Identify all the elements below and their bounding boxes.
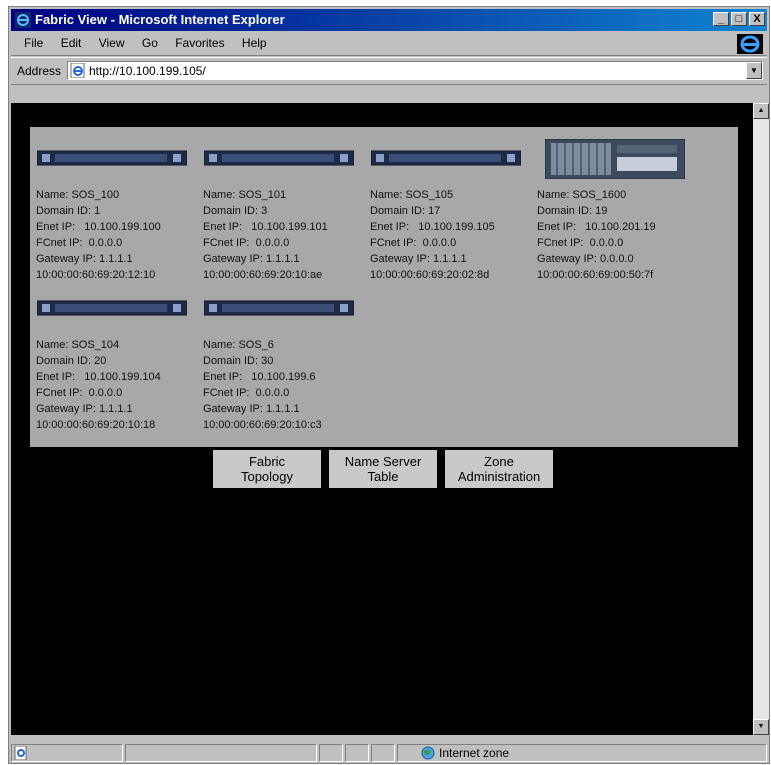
switch-domain-id: Domain ID: 20 <box>36 355 107 367</box>
switch-wwn: 10:00:00:60:69:20:10:c3 <box>203 419 322 431</box>
switch-card[interactable]: Name: SOS_1600 Domain ID: 19 Enet IP: 10… <box>535 137 703 281</box>
browser-window: Fabric View - Microsoft Internet Explore… <box>8 6 770 764</box>
switch-fcnet-ip: FCnet IP: 0.0.0.0 <box>36 387 123 399</box>
button-line-1: Fabric <box>248 454 286 469</box>
switch-name: Name: SOS_100 <box>36 189 120 201</box>
internet-zone-label: Internet zone <box>439 746 510 760</box>
switch-fcnet-ip: FCnet IP: 0.0.0.0 <box>36 237 123 249</box>
button-line-2: Table <box>367 469 399 484</box>
switch-gateway-ip: Gateway IP: 1.1.1.1 <box>203 253 300 265</box>
scroll-down-button[interactable]: ▼ <box>753 719 769 735</box>
switch-info: Name: SOS_105 Domain ID: 17 Enet IP: 10.… <box>370 187 495 283</box>
menu-bar: File Edit View Go Favorites Help <box>11 33 767 56</box>
close-button[interactable]: X <box>749 12 765 26</box>
switch-card[interactable]: Name: SOS_6 Domain ID: 30 Enet IP: 10.10… <box>201 287 369 431</box>
switch-wwn: 10:00:00:60:69:20:10:ae <box>203 269 323 281</box>
switch-info: Name: SOS_100 Domain ID: 1 Enet IP: 10.1… <box>36 187 161 283</box>
switch-name: Name: SOS_6 <box>203 339 274 351</box>
internet-globe-icon <box>421 746 435 760</box>
zone-administration-button[interactable]: Zone Administration <box>445 450 553 488</box>
switch-panel: Name: SOS_100 Domain ID: 1 Enet IP: 10.1… <box>30 127 738 447</box>
menu-go[interactable]: Go <box>135 33 165 53</box>
switch-card[interactable]: Name: SOS_100 Domain ID: 1 Enet IP: 10.1… <box>34 137 202 281</box>
switch-wwn: 10:00:00:60:69:00:50:7f <box>537 269 654 281</box>
menu-view[interactable]: View <box>92 33 132 53</box>
button-line-2: Administration <box>457 469 541 484</box>
button-line-2: Topology <box>240 469 294 484</box>
page-content: Name: SOS_100 Domain ID: 1 Enet IP: 10.1… <box>11 103 753 735</box>
switch-wwn: 10:00:00:60:69:20:12:10 <box>36 269 156 281</box>
address-field[interactable]: http://10.100.199.105/ ▼ <box>67 61 763 80</box>
switch-info: Name: SOS_1600 Domain ID: 19 Enet IP: 10… <box>537 187 656 283</box>
address-url: http://10.100.199.105/ <box>89 64 206 78</box>
switch-enet-ip: Enet IP: 10.100.199.100 <box>36 221 161 233</box>
address-label: Address <box>17 64 62 78</box>
switch-icon <box>37 150 187 166</box>
title-bar[interactable]: Fabric View - Microsoft Internet Explore… <box>11 9 767 31</box>
switch-fcnet-ip: FCnet IP: 0.0.0.0 <box>203 387 290 399</box>
switch-fcnet-ip: FCnet IP: 0.0.0.0 <box>370 237 457 249</box>
switch-info: Name: SOS_101 Domain ID: 3 Enet IP: 10.1… <box>203 187 328 283</box>
switch-info: Name: SOS_6 Domain ID: 30 Enet IP: 10.10… <box>203 337 322 433</box>
status-seg <box>371 744 395 762</box>
switch-gateway-ip: Gateway IP: 1.1.1.1 <box>203 403 300 415</box>
switch-wwn: 10:00:00:60:69:20:10:18 <box>36 419 156 431</box>
menu-edit[interactable]: Edit <box>54 33 89 53</box>
address-dropdown-button[interactable]: ▼ <box>746 62 762 79</box>
status-seg <box>345 744 369 762</box>
button-line-1: Zone <box>484 454 514 469</box>
switch-icon <box>371 150 521 166</box>
switch-name: Name: SOS_105 <box>370 189 454 201</box>
status-main <box>11 744 123 762</box>
address-bar: Address http://10.100.199.105/ ▼ <box>11 57 767 85</box>
switch-icon <box>204 150 354 166</box>
menu-favorites[interactable]: Favorites <box>168 33 231 53</box>
switch-name: Name: SOS_1600 <box>537 189 627 201</box>
switch-domain-id: Domain ID: 30 <box>203 355 274 367</box>
switch-icon <box>37 300 187 316</box>
director-switch-icon <box>545 139 685 179</box>
menu-help[interactable]: Help <box>235 33 274 53</box>
switch-domain-id: Domain ID: 19 <box>537 205 608 217</box>
switch-wwn: 10:00:00:60:69:20:02:8d <box>370 269 490 281</box>
switch-enet-ip: Enet IP: 10.100.199.101 <box>203 221 328 233</box>
vertical-scrollbar[interactable]: ▲ ▼ <box>753 103 769 735</box>
status-progress <box>125 744 317 762</box>
switch-card[interactable]: Name: SOS_104 Domain ID: 20 Enet IP: 10.… <box>34 287 202 431</box>
ie-logo-icon <box>737 34 763 54</box>
switch-name: Name: SOS_104 <box>36 339 120 351</box>
switch-gateway-ip: Gateway IP: 1.1.1.1 <box>370 253 467 265</box>
button-line-1: Name Server <box>344 454 422 469</box>
page-status-icon <box>14 746 27 760</box>
switch-gateway-ip: Gateway IP: 1.1.1.1 <box>36 403 133 415</box>
switch-enet-ip: Enet IP: 10.100.199.104 <box>36 371 161 383</box>
page-icon <box>70 63 85 78</box>
switch-icon <box>204 300 354 316</box>
switch-fcnet-ip: FCnet IP: 0.0.0.0 <box>203 237 290 249</box>
menu-file[interactable]: File <box>17 33 50 53</box>
switch-fcnet-ip: FCnet IP: 0.0.0.0 <box>537 237 624 249</box>
fabric-topology-button[interactable]: Fabric Topology <box>213 450 321 488</box>
switch-card[interactable]: Name: SOS_101 Domain ID: 3 Enet IP: 10.1… <box>201 137 369 281</box>
switch-domain-id: Domain ID: 3 <box>203 205 268 217</box>
switch-info: Name: SOS_104 Domain ID: 20 Enet IP: 10.… <box>36 337 161 433</box>
switch-name: Name: SOS_101 <box>203 189 287 201</box>
maximize-button[interactable]: □ <box>731 12 747 26</box>
minimize-button[interactable]: _ <box>713 12 729 26</box>
switch-domain-id: Domain ID: 1 <box>36 205 101 217</box>
switch-card[interactable]: Name: SOS_105 Domain ID: 17 Enet IP: 10.… <box>368 137 536 281</box>
scroll-up-button[interactable]: ▲ <box>753 103 769 119</box>
status-bar: Internet zone <box>11 743 767 763</box>
status-seg <box>319 744 343 762</box>
switch-enet-ip: Enet IP: 10.100.199.105 <box>370 221 495 233</box>
window-title: Fabric View - Microsoft Internet Explore… <box>35 12 285 27</box>
switch-gateway-ip: Gateway IP: 0.0.0.0 <box>537 253 634 265</box>
name-server-table-button[interactable]: Name Server Table <box>329 450 437 488</box>
ie-window-icon <box>15 12 31 28</box>
switch-gateway-ip: Gateway IP: 1.1.1.1 <box>36 253 133 265</box>
switch-enet-ip: Enet IP: 10.100.199.6 <box>203 371 316 383</box>
switch-enet-ip: Enet IP: 10.100.201.19 <box>537 221 656 233</box>
switch-domain-id: Domain ID: 17 <box>370 205 441 217</box>
